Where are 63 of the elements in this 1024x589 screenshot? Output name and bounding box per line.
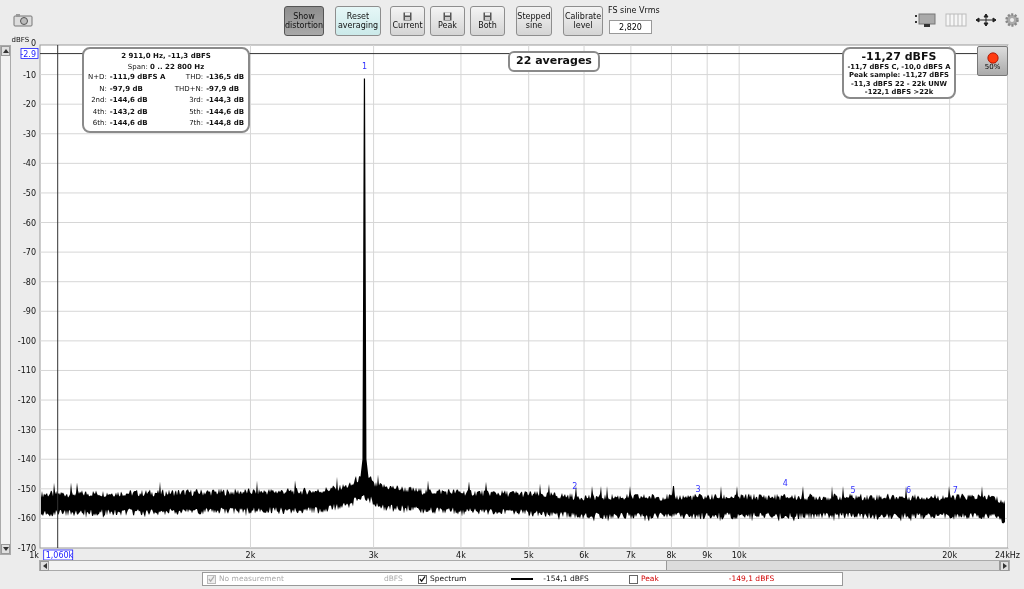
axis-tick-label: -150 xyxy=(17,484,36,494)
camera-icon[interactable] xyxy=(13,13,33,27)
scrollbar-thumb[interactable] xyxy=(666,561,1000,570)
axis-tick-label: -60 xyxy=(22,218,36,228)
axis-tick-label: 5k xyxy=(523,551,534,560)
toolbar-button[interactable]: Both xyxy=(470,6,505,36)
scroll-left-button[interactable] xyxy=(40,561,49,571)
axis-tick-label: 10k xyxy=(731,551,747,560)
indicator-light-icon xyxy=(986,51,999,64)
vertical-scrollbar[interactable] xyxy=(0,45,11,555)
averages-label: 22 averages xyxy=(508,51,600,72)
cursor-level-label: -2.9 xyxy=(20,49,36,59)
scroll-right-button[interactable] xyxy=(1000,561,1009,571)
axis-tick-label: 2k xyxy=(245,551,256,560)
harmonic-marker: 6 xyxy=(905,486,912,496)
axis-tick-label: -10 xyxy=(22,70,36,80)
legend-checkbox[interactable] xyxy=(629,574,638,584)
harmonic-marker: 5 xyxy=(850,486,856,496)
axis-tick-label: -40 xyxy=(22,159,36,169)
axis-tick-label: 9k xyxy=(702,551,713,560)
axis-tick-label: -50 xyxy=(22,188,36,198)
axis-tick-label: -130 xyxy=(17,425,36,435)
axis-tick-label: -20 xyxy=(22,100,36,110)
axis-tick-label: -160 xyxy=(17,514,36,524)
legend-checkbox[interactable] xyxy=(418,574,427,584)
axis-tick-label: 3k xyxy=(368,551,379,560)
axis-tick-label: -100 xyxy=(17,336,36,346)
toolbar-button[interactable]: Reset averaging xyxy=(335,6,381,36)
axis-tick-label: 8k xyxy=(666,551,677,560)
screen-icon[interactable] xyxy=(915,13,937,27)
axis-tick-label: -110 xyxy=(17,366,36,376)
harmonic-marker: 4 xyxy=(782,478,788,488)
axis-tick-label: 24kHz xyxy=(994,551,1020,560)
axis-tick-label: -120 xyxy=(17,396,36,406)
axis-tick-label: -90 xyxy=(22,307,36,317)
move-arrows-icon[interactable] xyxy=(975,13,997,27)
field-label: FS sine Vrms xyxy=(608,5,660,17)
axis-tick-label: 7k xyxy=(626,551,636,560)
harmonic-marker: 3 xyxy=(695,484,701,494)
toolbar-button[interactable]: Peak xyxy=(430,6,465,36)
axis-tick-label: 6k xyxy=(579,551,589,560)
fs-sine-field[interactable]: 2,820 xyxy=(609,20,652,34)
axis-tick-label: -70 xyxy=(22,248,36,258)
harmonic-marker: 2 xyxy=(572,481,578,491)
axis-tick-label: 4k xyxy=(456,551,466,560)
axis-tick-label: -80 xyxy=(22,277,36,287)
axis-tick-label: -30 xyxy=(22,129,36,139)
level-value: -11,27 dBFS xyxy=(860,50,938,63)
scroll-down-button[interactable] xyxy=(1,544,10,554)
line-sample xyxy=(511,577,534,581)
axis-tick-label: 0 xyxy=(30,39,36,48)
axis-tick-label: -140 xyxy=(17,455,36,465)
harmonic-marker: 1 xyxy=(361,61,367,71)
horizontal-scrollbar[interactable] xyxy=(39,560,1010,571)
toolbar-button[interactable]: Stepped sine xyxy=(516,6,552,36)
toolbar-button[interactable]: Show distortion xyxy=(284,6,324,36)
toolbar-button[interactable]: Current xyxy=(390,6,425,36)
harmonic-marker: 7 xyxy=(952,486,958,496)
axis-tick-label: 1k xyxy=(29,551,39,560)
toolbar-button[interactable]: Calibrate level xyxy=(563,6,603,36)
axis-tick-label: 20k xyxy=(942,551,958,560)
cursor-line[interactable] xyxy=(57,44,59,549)
scroll-up-button[interactable] xyxy=(1,46,10,56)
